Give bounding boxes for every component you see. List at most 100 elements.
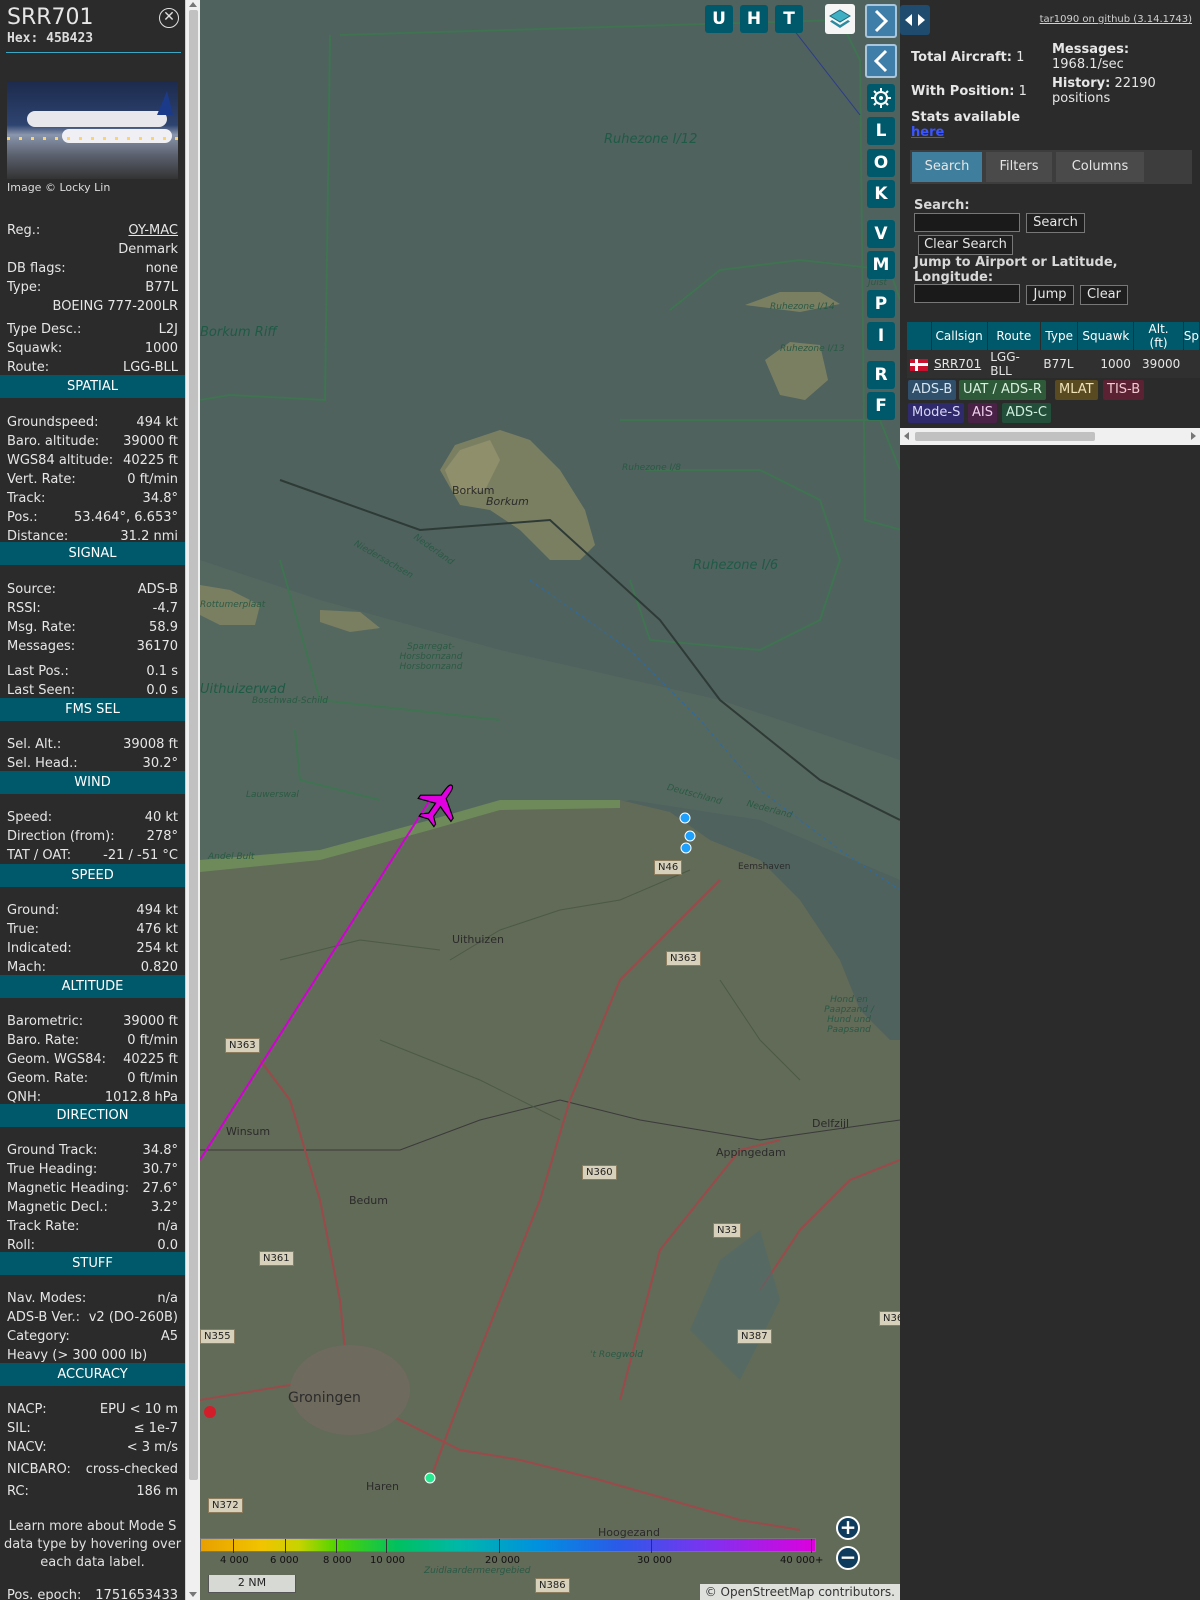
section-header-fms: FMS SEL — [0, 698, 185, 721]
map-button-p[interactable]: P — [867, 290, 895, 318]
altitude-legend-label: 6 000 — [270, 1555, 299, 1566]
close-sidebar-button[interactable]: ✕ — [159, 8, 179, 28]
map-button-k[interactable]: K — [867, 180, 895, 208]
cell-speed — [1183, 350, 1200, 378]
search-button[interactable]: Search — [1026, 213, 1085, 233]
info-row-direction: Track Rate: n/a — [7, 1219, 178, 1234]
info-row-spatial: Vert. Rate: 0 ft/min — [7, 472, 178, 487]
tab-filters[interactable]: Filters — [986, 152, 1052, 182]
scroll-right-arrow[interactable] — [1191, 432, 1196, 440]
map-button-v[interactable]: V — [867, 220, 895, 248]
info-row-signal: RSSI: -4.7 — [7, 601, 178, 616]
map-button-r[interactable]: R — [867, 361, 895, 389]
sidebar-scroll-thumb[interactable] — [189, 10, 198, 1480]
source-badge[interactable]: TIS-B — [1103, 380, 1145, 400]
info-row-wind: TAT / OAT: -21 / -51 °C — [7, 848, 178, 863]
chevron-left-icon — [873, 49, 888, 73]
map-label-ruhezone-i8: Ruhezone I/8 — [622, 463, 681, 473]
altitude-legend-label: 10 000 — [370, 1555, 405, 1566]
zoom-out-button[interactable]: − — [836, 1546, 860, 1570]
map-button-t[interactable]: T — [775, 5, 803, 33]
map-label-andel-bult: Andel Bult — [208, 852, 255, 862]
right-panel: tar1090 on github (3.14.1743) Total Airc… — [900, 0, 1200, 1600]
osm-attribution[interactable]: © OpenStreetMap contributors. — [699, 1584, 900, 1600]
map-button-m[interactable]: M — [867, 251, 895, 279]
expand-panel-button[interactable] — [900, 5, 930, 35]
map-button-h[interactable]: H — [740, 5, 768, 33]
road-shield: N386 — [535, 1578, 570, 1593]
gear-icon — [871, 88, 891, 108]
aircraft-callsign: SRR701 — [7, 5, 94, 30]
col-header-callsign[interactable]: Callsign — [931, 322, 988, 350]
map-label-appingedam: Appingedam — [716, 1146, 786, 1159]
map-label-zuidlaardermeergebied: Zuidlaardermeergebied — [424, 1566, 531, 1576]
settings-button[interactable] — [867, 84, 895, 112]
tab-columns[interactable]: Columns — [1056, 152, 1144, 182]
col-header-route[interactable]: Route — [987, 322, 1041, 350]
jump-button[interactable]: Jump — [1026, 285, 1074, 305]
source-badge[interactable]: UAT / ADS-R — [959, 380, 1046, 400]
map-view[interactable]: Ruhezone I/12 Ruhezone I/6 Ruhezone I/8 … — [200, 0, 900, 1600]
expand-arrows-icon — [905, 14, 925, 26]
map-button-i[interactable]: I — [867, 322, 895, 350]
github-version-link[interactable]: tar1090 on github (3.14.1743) — [1040, 14, 1192, 25]
col-header-squawk[interactable]: Squawk — [1077, 322, 1135, 350]
table-row[interactable]: SRR701 LGG-BLL B77L 1000 39000 — [907, 350, 1200, 378]
source-badge[interactable]: AIS — [968, 403, 997, 423]
table-scroll-thumb[interactable] — [915, 432, 1095, 441]
map-button-o[interactable]: O — [867, 149, 895, 177]
aircraft-hex: Hex: 45B423 — [7, 31, 94, 46]
info-row-identity: Denmark — [118, 242, 178, 257]
info-row-identity: Squawk: 1000 — [7, 341, 178, 356]
info-row-wind: Direction (from): 278° — [7, 829, 178, 844]
info-row-speed: True: 476 kt — [7, 922, 178, 937]
info-row-direction: Ground Track: 34.8° — [7, 1143, 178, 1158]
section-header-wind: WIND — [0, 771, 185, 794]
flag-denmark-icon — [907, 350, 931, 378]
zoom-in-button[interactable]: + — [836, 1516, 860, 1540]
sidebar-scrollbar[interactable] — [185, 0, 200, 1600]
jump-input[interactable] — [914, 284, 1020, 303]
map-label-boschwad: Boschwad-Schild — [252, 696, 328, 706]
col-header-altitude[interactable]: Alt. (ft) — [1133, 322, 1184, 350]
section-header-speed: SPEED — [0, 864, 185, 887]
aircraft-photo[interactable] — [7, 81, 178, 179]
layers-button[interactable] — [825, 4, 855, 34]
col-header-speed[interactable]: Sp — [1183, 322, 1200, 350]
map-label-bedum: Bedum — [349, 1194, 388, 1207]
road-shield: N355 — [200, 1329, 235, 1344]
source-badge[interactable]: ADS-C — [1002, 403, 1051, 423]
road-shield: N363 — [666, 951, 701, 966]
map-button-f[interactable]: F — [867, 392, 895, 420]
map-label-ruhezone-i12: Ruhezone I/12 — [604, 132, 698, 147]
clear-jump-button[interactable]: Clear — [1080, 285, 1128, 305]
source-badge[interactable]: MLAT — [1055, 380, 1098, 400]
cell-squawk: 1000 — [1077, 350, 1134, 378]
cell-callsign[interactable]: SRR701 — [931, 350, 988, 378]
tab-search[interactable]: Search — [912, 152, 982, 182]
stats-here-link[interactable]: here — [911, 125, 944, 140]
source-badge[interactable]: ADS-B — [908, 380, 957, 400]
table-horizontal-scrollbar[interactable] — [900, 428, 1200, 445]
hide-sidebar-left-button[interactable] — [865, 44, 897, 78]
source-badge[interactable]: Mode-S — [908, 403, 965, 423]
scroll-down-arrow[interactable] — [189, 1592, 197, 1597]
col-header-type[interactable]: Type — [1040, 322, 1079, 350]
map-label-ruhezone-i14: Ruhezone I/14 — [770, 302, 835, 312]
info-row-accuracy: RC: 186 m — [7, 1484, 178, 1499]
scroll-up-arrow[interactable] — [189, 2, 197, 7]
show-panel-right-button[interactable] — [865, 4, 897, 38]
section-header-stuff: STUFF — [0, 1252, 185, 1275]
scroll-left-arrow[interactable] — [904, 432, 909, 440]
info-row-spatial: Baro. altitude: 39000 ft — [7, 434, 178, 449]
aircraft-table: Callsign Route Type Squawk Alt. (ft) Sp … — [907, 322, 1200, 378]
info-row-wind: Speed: 40 kt — [7, 810, 178, 825]
clear-search-button[interactable]: Clear Search — [918, 235, 1013, 255]
altitude-legend-label: 40 000+ — [780, 1555, 824, 1566]
map-button-l[interactable]: L — [867, 117, 895, 145]
layers-icon — [829, 9, 851, 28]
search-input[interactable] — [914, 213, 1020, 232]
altitude-legend-label: 8 000 — [323, 1555, 352, 1566]
map-button-u[interactable]: U — [705, 5, 733, 33]
col-header-flag[interactable] — [907, 322, 932, 350]
